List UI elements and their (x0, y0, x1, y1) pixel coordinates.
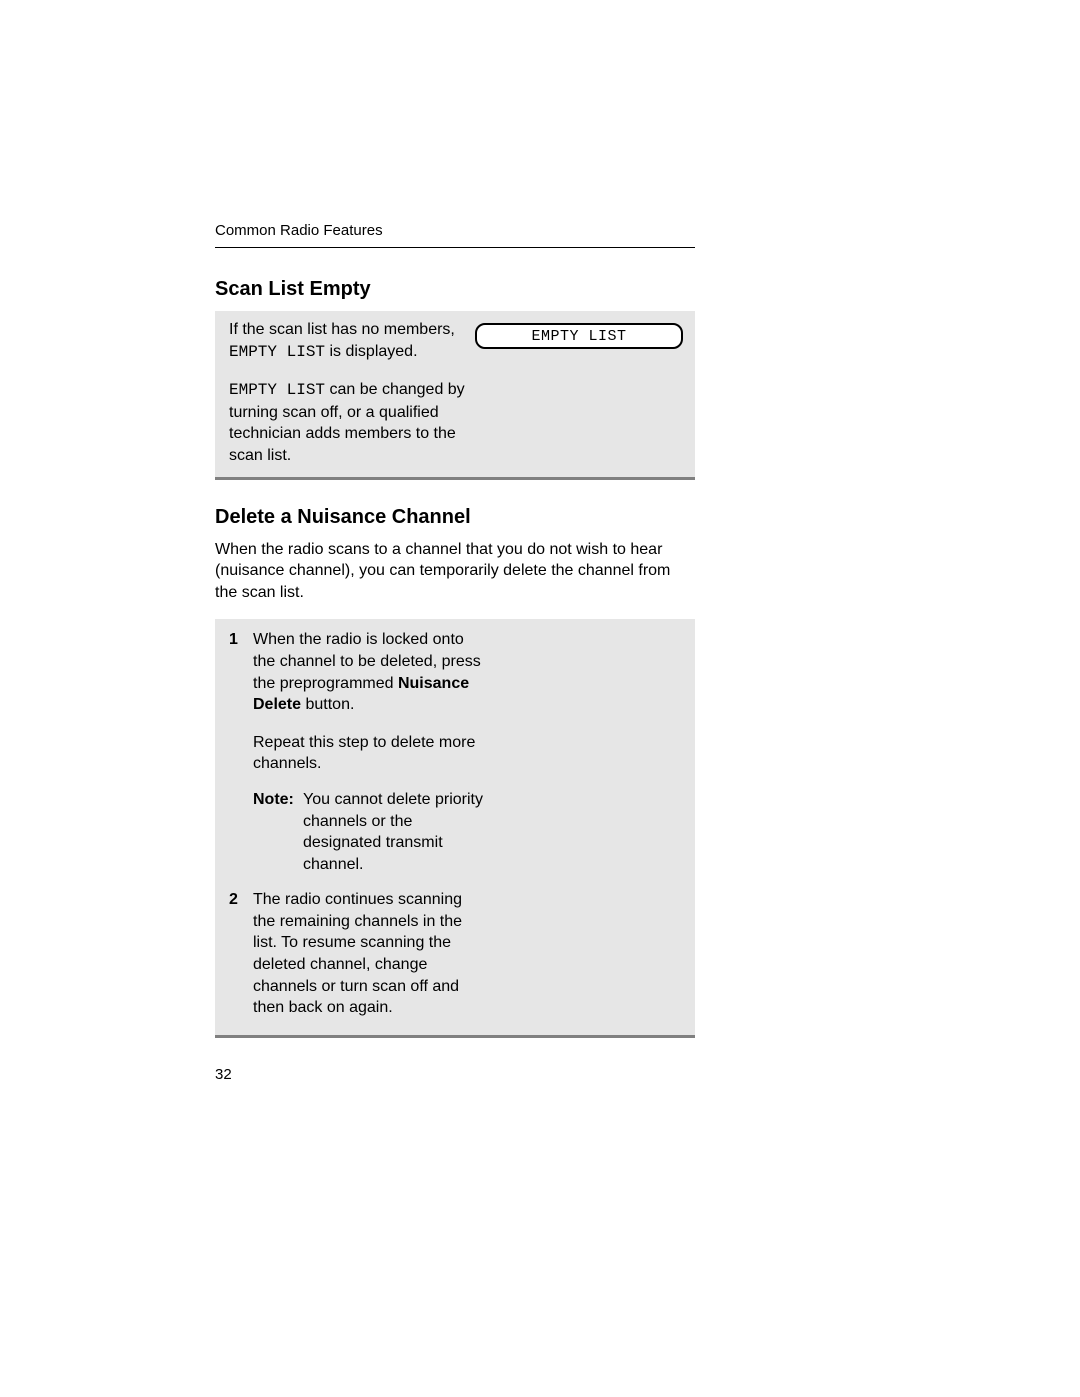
step-2-body: The radio continues scanning the remaini… (253, 889, 483, 1019)
para1-a: If the scan list has no members, (229, 321, 455, 338)
note-body: You cannot delete priority channels or t… (303, 789, 493, 875)
delete-nuisance-intro: When the radio scans to a channel that y… (215, 539, 695, 604)
section-heading-scan-list-empty: Scan List Empty (215, 278, 695, 301)
step-2: 2 The radio continues scanning the remai… (229, 889, 681, 1019)
note-label: Note: (253, 789, 303, 811)
page-number: 32 (215, 1066, 232, 1083)
step-1-text-b: button. (301, 696, 354, 713)
step-2-number: 2 (229, 889, 253, 911)
para1-code: EMPTY LIST (229, 343, 325, 361)
step-1-number: 1 (229, 629, 253, 651)
step-1: 1 When the radio is locked onto the chan… (229, 629, 681, 775)
note-row: Note: You cannot delete priority channel… (253, 789, 681, 875)
running-header: Common Radio Features (215, 222, 695, 239)
display-col: EMPTY LIST (475, 311, 695, 349)
scan-list-empty-box: If the scan list has no members, EMPTY L… (215, 311, 695, 480)
step-1-body: When the radio is locked onto the channe… (253, 629, 483, 775)
header-rule (215, 247, 695, 248)
para1-b: is displayed. (325, 343, 418, 360)
step-1-sub: Repeat this step to delete more channels… (253, 732, 483, 775)
delete-nuisance-steps: 1 When the radio is locked onto the chan… (215, 619, 695, 1038)
lcd-display: EMPTY LIST (475, 323, 683, 349)
scan-list-empty-text: If the scan list has no members, EMPTY L… (215, 311, 475, 477)
para2-code: EMPTY LIST (229, 381, 325, 399)
section-heading-delete-nuisance: Delete a Nuisance Channel (215, 506, 695, 529)
page-content: Common Radio Features Scan List Empty If… (215, 222, 695, 1038)
